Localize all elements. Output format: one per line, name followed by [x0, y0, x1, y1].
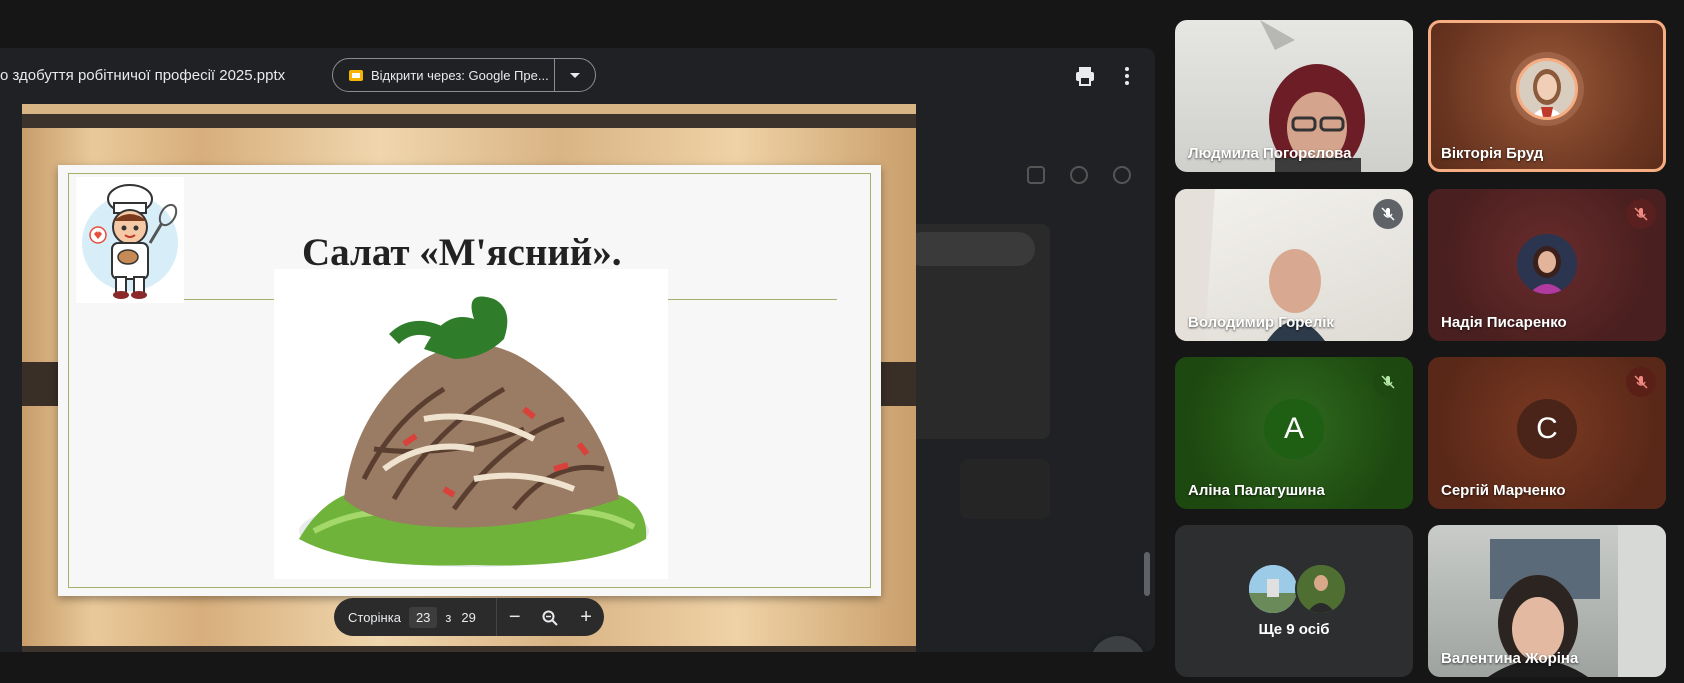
more-vert-icon — [1125, 67, 1129, 71]
mic-off-indicator — [1373, 199, 1403, 229]
settings-icon — [1113, 166, 1131, 184]
mic-off-icon — [1381, 207, 1395, 221]
participant-tile[interactable]: Вікторія Бруд — [1428, 20, 1666, 172]
avatar: С — [1517, 399, 1577, 459]
file-title: о здобуття робітничої професії 2025.pptx — [0, 67, 286, 84]
participant-name: Володимир Горелік — [1188, 314, 1334, 331]
salad-photo — [274, 269, 668, 579]
background-card — [960, 459, 1050, 519]
participant-tile[interactable]: А Аліна Палагушина — [1175, 357, 1413, 509]
participant-name: Сергій Марченко — [1441, 482, 1566, 499]
search-zoom-icon — [542, 610, 559, 626]
participant-name: Вікторія Бруд — [1441, 145, 1544, 162]
mic-off-indicator — [1373, 367, 1403, 397]
page-controls: Сторінка 23 з 29 − + — [334, 598, 604, 636]
more-participants-tile[interactable]: Ще 9 осіб — [1175, 525, 1413, 677]
page-label: Сторінка — [348, 609, 401, 625]
mic-off-icon — [1381, 375, 1395, 389]
participant-tile[interactable]: Валентина Жоріна — [1428, 525, 1666, 677]
participant-name: Аліна Палагушина — [1188, 482, 1325, 499]
zoom-fit-button[interactable] — [533, 598, 569, 636]
more-participants-label: Ще 9 осіб — [1258, 621, 1330, 638]
chef-illustration — [76, 177, 184, 303]
print-icon — [1076, 67, 1094, 86]
avatar — [1295, 563, 1347, 615]
drive-icon — [1070, 166, 1088, 184]
page-number-input[interactable]: 23 — [408, 606, 438, 628]
avatar — [1516, 58, 1578, 120]
participant-tile[interactable]: Людмила Погорєлова — [1175, 20, 1413, 172]
avatar — [1247, 563, 1299, 615]
viewer-toolbar: о здобуття робітничої професії 2025.pptx… — [0, 48, 1155, 104]
mic-off-indicator — [1626, 199, 1656, 229]
print-button[interactable] — [1073, 64, 1097, 88]
mic-off-icon — [1634, 207, 1648, 221]
open-with-button[interactable]: Відкрити через: Google Пре... — [332, 58, 596, 92]
avatar: А — [1264, 399, 1324, 459]
mic-off-indicator — [1626, 367, 1656, 397]
more-options-button[interactable] — [1115, 64, 1139, 88]
presentation-panel: о здобуття робітничої професії 2025.pptx… — [0, 48, 1155, 652]
page-total: 29 — [461, 609, 476, 625]
chevron-down-icon — [570, 72, 580, 78]
open-with-label: Відкрити через: Google Пре... — [371, 67, 549, 83]
participant-name: Валентина Жоріна — [1441, 650, 1579, 667]
zoom-out-button[interactable]: − — [497, 598, 533, 636]
open-with-dropdown[interactable] — [555, 58, 595, 92]
participant-name: Надія Писаренко — [1441, 314, 1567, 331]
mic-off-icon — [1634, 375, 1648, 389]
participant-name: Людмила Погорєлова — [1188, 145, 1352, 162]
participant-tile[interactable]: С Сергій Марченко — [1428, 357, 1666, 509]
google-slides-icon — [349, 69, 363, 81]
zoom-in-button[interactable]: + — [568, 598, 604, 636]
participant-tile[interactable]: Володимир Горелік — [1175, 189, 1413, 341]
page-of-label: з — [445, 609, 452, 625]
scrollbar[interactable] — [1144, 552, 1150, 596]
background-pill — [905, 232, 1035, 266]
slide: Салат «М'ясний». — [22, 104, 916, 652]
camera-icon — [1027, 166, 1045, 184]
avatar — [1517, 234, 1577, 294]
participant-tile[interactable]: Надія Писаренко — [1428, 189, 1666, 341]
